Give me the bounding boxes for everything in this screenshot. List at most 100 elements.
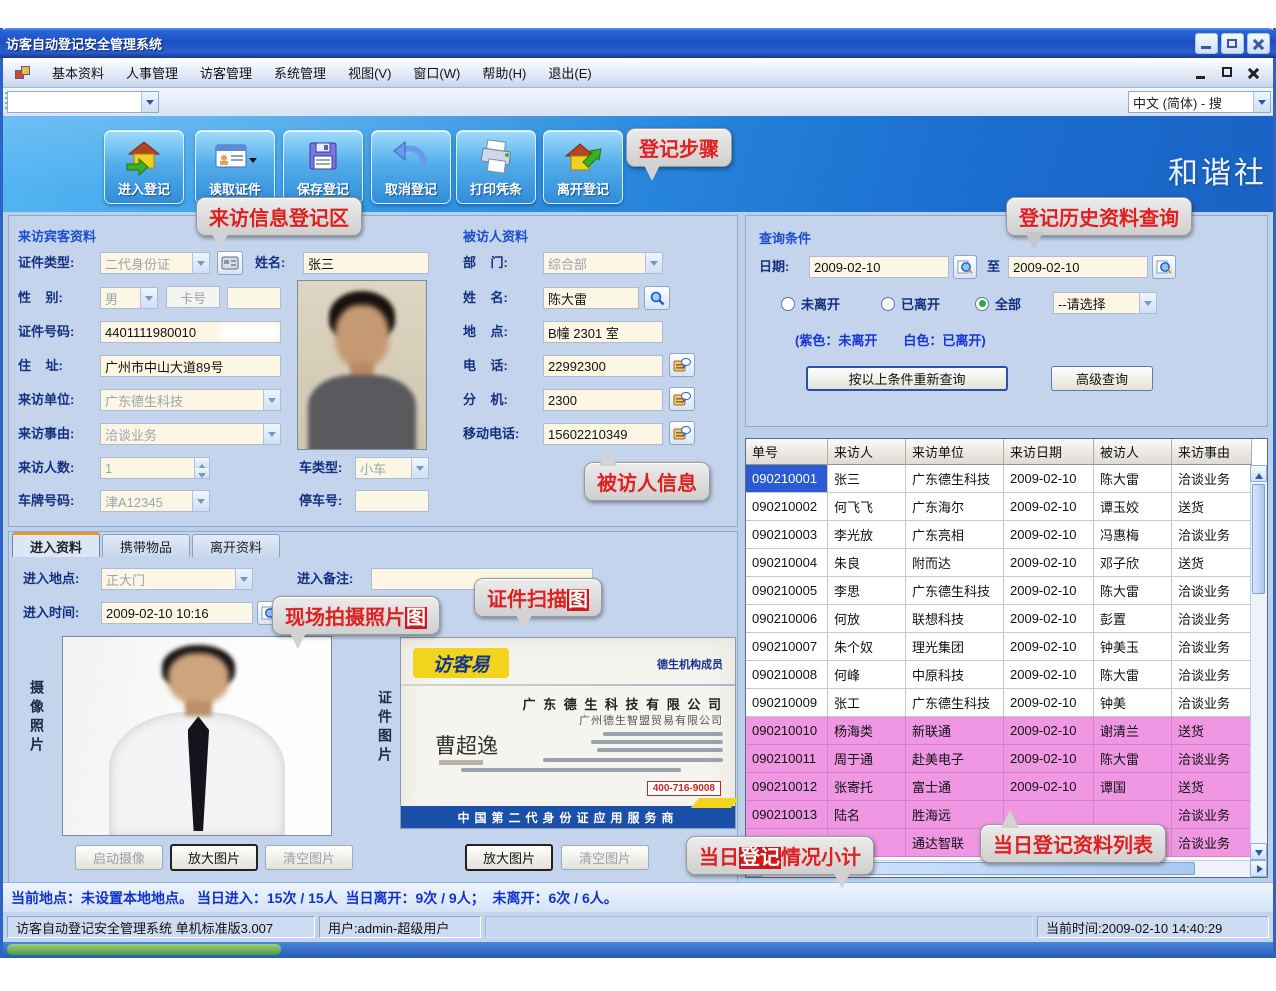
scroll-right-icon[interactable] bbox=[1250, 860, 1267, 877]
table-cell[interactable]: 洽谈业务 bbox=[1172, 689, 1252, 717]
menu-item-2[interactable]: 访客管理 bbox=[189, 59, 263, 86]
sms-icon[interactable] bbox=[669, 421, 695, 445]
table-row[interactable]: 090210009张工广东德生科技2009-02-10钟美洽谈业务 bbox=[746, 689, 1267, 717]
table-cell[interactable]: 邓子欣 bbox=[1094, 549, 1172, 577]
table-cell[interactable]: 2009-02-10 bbox=[1004, 493, 1094, 521]
table-cell[interactable]: 广东海尔 bbox=[906, 493, 1004, 521]
card-no-button[interactable]: 卡号 bbox=[166, 286, 220, 308]
table-cell[interactable]: 周于通 bbox=[828, 745, 906, 773]
enter-register-button[interactable]: 进入登记 bbox=[104, 130, 184, 204]
zoom-card-button[interactable]: 放大图片 bbox=[465, 844, 553, 871]
language-combo[interactable]: 中文 (简体) - 搜 bbox=[1128, 91, 1271, 113]
table-cell[interactable]: 洽谈业务 bbox=[1172, 661, 1252, 689]
table-cell[interactable]: 何飞飞 bbox=[828, 493, 906, 521]
table-row[interactable]: 090210008何峰中原科技2009-02-10陈大雷洽谈业务 bbox=[746, 661, 1267, 689]
date-from-input[interactable]: 2009-02-10 bbox=[809, 256, 949, 278]
table-cell[interactable]: 090210003 bbox=[746, 521, 828, 549]
parking-input[interactable] bbox=[355, 490, 429, 512]
count-spinner[interactable]: 1 bbox=[100, 457, 210, 479]
table-row[interactable]: 090210003李光放广东亮相2009-02-10冯惠梅洽谈业务 bbox=[746, 521, 1267, 549]
gender-combo[interactable]: 男 bbox=[100, 287, 158, 309]
table-cell[interactable]: 谭国 bbox=[1094, 773, 1172, 801]
table-cell[interactable]: 彭置 bbox=[1094, 605, 1172, 633]
table-cell[interactable]: 2009-02-10 bbox=[1004, 521, 1094, 549]
table-cell[interactable]: 2009-02-10 bbox=[1004, 717, 1094, 745]
table-cell[interactable]: 送货 bbox=[1172, 493, 1252, 521]
table-cell[interactable]: 杨海类 bbox=[828, 717, 906, 745]
table-cell[interactable]: 2009-02-10 bbox=[1004, 773, 1094, 801]
print-receipt-button[interactable]: 打印凭条 bbox=[456, 130, 536, 204]
table-cell[interactable]: 广东德生科技 bbox=[906, 689, 1004, 717]
menu-item-7[interactable]: 退出(E) bbox=[537, 59, 602, 86]
table-cell[interactable]: 李光放 bbox=[828, 521, 906, 549]
table-cell[interactable]: 广东德生科技 bbox=[906, 465, 1004, 493]
read-card-button[interactable]: 读取证件 bbox=[195, 130, 275, 204]
scroll-up-icon[interactable] bbox=[1250, 465, 1267, 482]
radio-left[interactable]: 已离开 bbox=[881, 294, 940, 313]
table-row[interactable]: 090210012张寄托富士通2009-02-10谭国送货 bbox=[746, 773, 1267, 801]
status-select[interactable]: --请选择 bbox=[1053, 292, 1157, 314]
menu-item-1[interactable]: 人事管理 bbox=[115, 59, 189, 86]
minimize-icon[interactable] bbox=[1195, 33, 1218, 54]
table-header-cell[interactable]: 来访人 bbox=[828, 439, 906, 465]
table-cell[interactable]: 洽谈业务 bbox=[1172, 465, 1252, 493]
table-cell[interactable]: 联想科技 bbox=[906, 605, 1004, 633]
zoom-photo-button[interactable]: 放大图片 bbox=[170, 844, 258, 871]
entry-time-input[interactable]: 2009-02-10 10:16 bbox=[101, 602, 253, 624]
table-cell[interactable]: 090210013 bbox=[746, 801, 828, 829]
close-icon[interactable] bbox=[1247, 33, 1270, 54]
advanced-query-button[interactable]: 高级查询 bbox=[1051, 366, 1153, 391]
cert-type-combo[interactable]: 二代身份证 bbox=[100, 252, 210, 274]
plate-combo[interactable]: 津A12345 bbox=[100, 490, 210, 512]
table-cell[interactable]: 朱良 bbox=[828, 549, 906, 577]
vertical-scrollbar[interactable] bbox=[1250, 465, 1267, 860]
chevron-down-icon[interactable] bbox=[1253, 92, 1270, 112]
table-cell[interactable]: 陈大雷 bbox=[1094, 745, 1172, 773]
date-to-input[interactable]: 2009-02-10 bbox=[1008, 256, 1148, 278]
table-cell[interactable]: 广东亮相 bbox=[906, 521, 1004, 549]
visitor-name-input[interactable]: 张三 bbox=[303, 252, 429, 274]
save-register-button[interactable]: 保存登记 bbox=[283, 130, 363, 204]
ext-input[interactable]: 2300 bbox=[543, 389, 663, 411]
table-header-cell[interactable]: 被访人 bbox=[1094, 439, 1172, 465]
child-close-icon[interactable] bbox=[1245, 65, 1263, 81]
table-cell[interactable]: 2009-02-10 bbox=[1004, 745, 1094, 773]
table-cell[interactable]: 洽谈业务 bbox=[1172, 605, 1252, 633]
table-cell[interactable]: 谢清兰 bbox=[1094, 717, 1172, 745]
table-cell[interactable]: 090210009 bbox=[746, 689, 828, 717]
entry-place-combo[interactable]: 正大门 bbox=[101, 568, 253, 590]
table-cell[interactable]: 张寄托 bbox=[828, 773, 906, 801]
table-cell[interactable]: 2009-02-10 bbox=[1004, 465, 1094, 493]
chevron-down-icon[interactable] bbox=[141, 92, 158, 112]
table-cell[interactable]: 送货 bbox=[1172, 717, 1252, 745]
table-cell[interactable]: 2009-02-10 bbox=[1004, 549, 1094, 577]
clear-card-button[interactable]: 清空图片 bbox=[561, 845, 649, 870]
visited-name-input[interactable]: 陈大雷 bbox=[543, 287, 639, 309]
table-cell[interactable]: 钟美 bbox=[1094, 689, 1172, 717]
table-cell[interactable]: 洽谈业务 bbox=[1172, 633, 1252, 661]
company-combo[interactable]: 广东德生科技 bbox=[100, 389, 281, 411]
table-header-cell[interactable]: 来访日期 bbox=[1004, 439, 1094, 465]
table-cell[interactable]: 谭玉姣 bbox=[1094, 493, 1172, 521]
date-picker-icon[interactable] bbox=[953, 255, 977, 279]
table-row[interactable]: 090210011周于通赴美电子2009-02-10陈大雷洽谈业务 bbox=[746, 745, 1267, 773]
table-cell[interactable]: 中原科技 bbox=[906, 661, 1004, 689]
start-camera-button[interactable]: 启动摄像 bbox=[75, 845, 163, 870]
table-row[interactable]: 090210006何放联想科技2009-02-10彭置洽谈业务 bbox=[746, 605, 1267, 633]
quick-search-combo[interactable] bbox=[7, 91, 159, 113]
table-cell[interactable]: 李思 bbox=[828, 577, 906, 605]
tab-carried-items[interactable]: 携带物品 bbox=[102, 534, 190, 557]
table-cell[interactable]: 090210012 bbox=[746, 773, 828, 801]
vehicle-type-combo[interactable]: 小车 bbox=[355, 457, 429, 479]
table-cell[interactable]: 张三 bbox=[828, 465, 906, 493]
cancel-register-button[interactable]: 取消登记 bbox=[371, 130, 451, 204]
table-cell[interactable]: 洽谈业务 bbox=[1172, 745, 1252, 773]
table-cell[interactable]: 2009-02-10 bbox=[1004, 661, 1094, 689]
table-cell[interactable]: 富士通 bbox=[906, 773, 1004, 801]
radio-not-left[interactable]: 未离开 bbox=[781, 294, 840, 313]
table-cell[interactable]: 新联通 bbox=[906, 717, 1004, 745]
card-no-input[interactable] bbox=[227, 287, 281, 309]
table-row[interactable]: 090210002何飞飞广东海尔2009-02-10谭玉姣送货 bbox=[746, 493, 1267, 521]
child-restore-icon[interactable] bbox=[1219, 65, 1237, 81]
address-input[interactable]: 广州市中山大道89号 bbox=[100, 355, 281, 377]
